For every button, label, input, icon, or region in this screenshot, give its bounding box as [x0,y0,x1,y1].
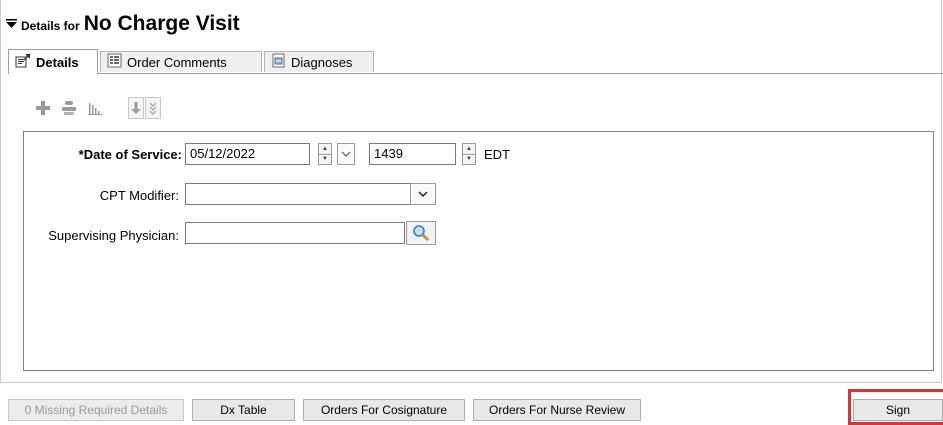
sign-highlight-box [848,389,943,425]
collapse-triangle-icon[interactable] [6,18,17,32]
timezone-label: EDT [484,147,510,162]
chevron-down-icon [341,151,351,157]
orders-for-nurse-review-button[interactable]: Orders For Nurse Review [473,399,641,421]
spin-up-icon[interactable]: ▲ [319,144,331,154]
spin-down-icon[interactable]: ▼ [319,153,331,165]
time-of-service-field[interactable]: 1439 [369,143,456,165]
details-prefix: Details for [21,19,80,33]
date-of-service-label: *Date of Service: [78,147,182,162]
chart-icon[interactable] [84,97,106,119]
chevron-down-icon [418,191,428,197]
tab-strip: Details Order Comments Diagnoses [8,49,943,74]
supervising-physician-label: Supervising Physician: [48,228,179,243]
diagnoses-icon [271,53,286,71]
orders-for-cosignature-button[interactable]: Orders For Cosignature [303,399,465,421]
add-icon[interactable] [32,97,54,119]
dx-table-button[interactable]: Dx Table [192,399,295,421]
move-down-icon[interactable] [128,97,144,119]
date-of-service-field[interactable]: 05/12/2022 [185,143,310,165]
time-spinner[interactable]: ▲ ▼ [462,143,476,165]
physician-search-button[interactable] [406,221,436,245]
details-header: Details for No Charge Visit [6,12,240,38]
comments-icon [107,53,122,71]
search-icon [413,225,430,242]
cpt-modifier-dropdown[interactable] [410,183,436,205]
missing-details-button[interactable]: 0 Missing Required Details [8,399,184,421]
tab-diagnoses[interactable]: Diagnoses [264,51,374,72]
tab-details[interactable]: Details [8,49,98,74]
remove-icon[interactable] [58,97,80,119]
tab-diagnoses-label: Diagnoses [291,54,353,70]
cpt-modifier-field[interactable] [185,183,411,205]
tab-details-label: Details [36,54,79,70]
supervising-physician-field[interactable] [185,222,405,244]
tab-order-comments-label: Order Comments [127,54,227,70]
page-title: No Charge Visit [83,12,240,35]
date-spinner[interactable]: ▲ ▼ [318,143,332,165]
tab-order-comments[interactable]: Order Comments [100,51,262,72]
details-panel: *Date of Service: 05/12/2022 ▲ ▼ 1439 ▲ … [23,131,934,371]
spin-up-icon[interactable]: ▲ [463,144,475,154]
details-icon [15,53,31,71]
move-down-all-icon[interactable] [145,97,161,119]
date-dropdown-button[interactable] [337,143,355,165]
cpt-modifier-label: CPT Modifier: [99,188,179,203]
details-toolbar [32,95,161,121]
spin-down-icon[interactable]: ▼ [463,153,475,165]
